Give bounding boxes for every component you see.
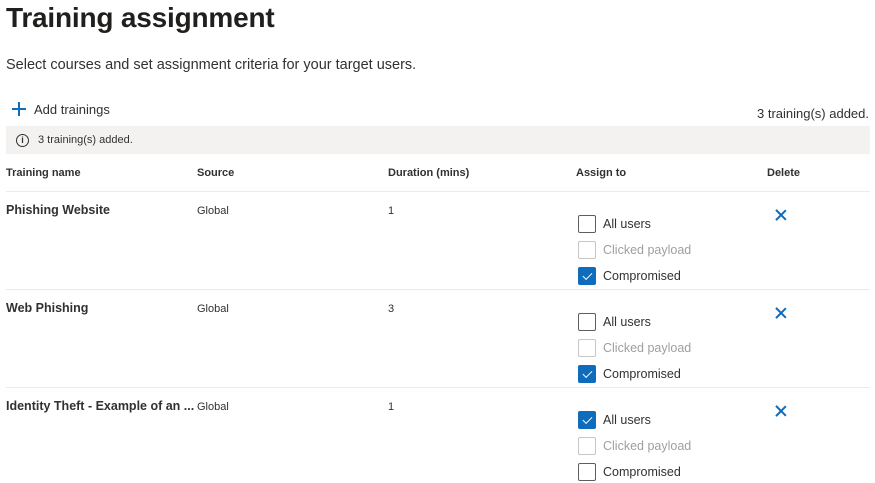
assign-option-clicked-payload[interactable]: Clicked payload (578, 335, 691, 361)
column-header-duration: Duration (mins) (388, 167, 470, 179)
training-name: Identity Theft - Example of an ... (6, 399, 195, 413)
assign-option-clicked-payload[interactable]: Clicked payload (578, 237, 691, 263)
training-source: Global (197, 401, 229, 413)
checkbox[interactable] (578, 215, 596, 233)
checkbox[interactable] (578, 313, 596, 331)
column-header-assign-to: Assign to (576, 167, 627, 179)
add-trainings-label: Add trainings (34, 101, 110, 117)
assign-to-group: All users Clicked payload Compromised (578, 309, 691, 387)
assign-to-group: All users Clicked payload Compromised (578, 407, 691, 483)
table-header: Training name Source Duration (mins) Ass… (6, 164, 870, 192)
training-name: Web Phishing (6, 301, 89, 315)
delete-icon[interactable] (774, 208, 788, 222)
checkbox[interactable] (578, 437, 596, 455)
checkbox-label: Clicked payload (603, 341, 692, 355)
checkbox-label: All users (603, 315, 651, 329)
checkbox[interactable] (578, 241, 596, 259)
checkbox-checked[interactable] (578, 267, 596, 285)
page-subtitle: Select courses and set assignment criter… (6, 57, 417, 73)
checkbox-label: All users (603, 413, 651, 427)
assign-to-group: All users Clicked payload Compromised (578, 211, 691, 289)
add-trainings-button[interactable]: Add trainings (12, 99, 110, 119)
trainings-count: 3 training(s) added. (756, 106, 869, 121)
info-message-bar: i 3 training(s) added. (6, 126, 870, 154)
assign-option-all-users[interactable]: All users (578, 211, 691, 237)
checkbox-label: Compromised (603, 367, 681, 381)
assign-option-compromised[interactable]: Compromised (578, 263, 691, 289)
page-title: Training assignment (6, 2, 275, 33)
column-header-training-name: Training name (6, 167, 81, 179)
checkbox-label: All users (603, 217, 651, 231)
checkbox-label: Clicked payload (603, 243, 692, 257)
table-row: Phishing Website Global 1 All users Clic… (6, 192, 870, 290)
column-header-delete: Delete (767, 167, 801, 179)
assign-option-clicked-payload[interactable]: Clicked payload (578, 433, 691, 459)
info-message-text: 3 training(s) added. (38, 134, 133, 146)
assign-option-all-users[interactable]: All users (578, 407, 691, 433)
training-duration: 3 (388, 303, 395, 315)
checkbox-label: Compromised (603, 465, 681, 479)
assign-option-compromised[interactable]: Compromised (578, 459, 691, 483)
training-duration: 1 (388, 401, 395, 413)
table-row: Web Phishing Global 3 All users Clicked … (6, 290, 870, 388)
info-icon: i (16, 133, 29, 147)
training-duration: 1 (388, 205, 395, 217)
checkbox-label: Clicked payload (603, 439, 692, 453)
training-source: Global (197, 205, 229, 217)
assign-option-compromised[interactable]: Compromised (578, 361, 691, 387)
training-source: Global (197, 303, 229, 315)
plus-icon (12, 102, 26, 116)
checkbox[interactable] (578, 463, 596, 481)
assign-option-all-users[interactable]: All users (578, 309, 691, 335)
training-name: Phishing Website (6, 203, 110, 217)
checkbox-checked[interactable] (578, 411, 596, 429)
checkbox-label: Compromised (603, 269, 681, 283)
checkbox-checked[interactable] (578, 365, 596, 383)
table-row: Identity Theft - Example of an ... Globa… (6, 388, 870, 483)
delete-icon[interactable] (774, 306, 788, 320)
column-header-source: Source (197, 167, 235, 179)
delete-icon[interactable] (774, 404, 788, 418)
checkbox[interactable] (578, 339, 596, 357)
